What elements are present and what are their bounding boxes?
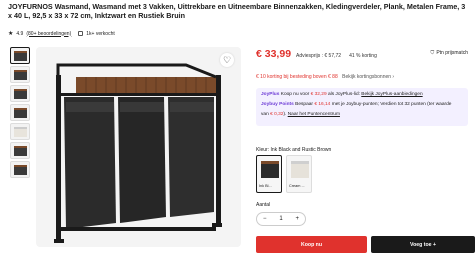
coupon-text: € 10 korting bij besteding boven € 88 (256, 74, 338, 80)
add-to-cart-button[interactable]: Voeg toe + (371, 236, 475, 253)
points-center-link[interactable]: Naar het Puntencentrum (288, 112, 340, 117)
price-match-tag[interactable]: ⛉ Ptn prijsmatch (431, 50, 468, 56)
thumbnail-4[interactable] (10, 104, 30, 121)
joyplus-link[interactable]: Bekijk JoyPlus-aanbiedingen (361, 92, 422, 97)
swatch-image (261, 161, 279, 178)
thumbnail-3[interactable] (10, 85, 30, 102)
joypoints-row: Joybuy Points Bespaar € 16,14 met je Joy… (261, 101, 463, 108)
sold-icon (78, 31, 84, 36)
joyplus-price: € 32,29 (310, 92, 327, 97)
current-price: € 33,99 (256, 48, 292, 60)
buy-now-button[interactable]: Koop nu (256, 236, 367, 253)
color-swatches: Ink Bl... Cream ... (256, 155, 312, 193)
star-icon: ★ (8, 31, 14, 37)
swatch-image (291, 161, 309, 178)
quantity-minus-button[interactable]: − (263, 216, 267, 222)
thumbnail-6[interactable] (10, 142, 30, 159)
rating-row: ★ 4.9 (80+ beoordelingen) 1k+ verkocht (8, 30, 115, 38)
thumbnail-2[interactable] (10, 66, 30, 83)
quantity-plus-button[interactable]: + (295, 216, 299, 222)
joyplus-name: JoyPlus (261, 92, 280, 97)
rrp-price: Adviesprijs : € 57,72 (296, 53, 342, 59)
joypoints-name: Joybuy Points (261, 102, 294, 107)
price-row: € 33,99 Adviesprijs : € 57,72 41 % korti… (256, 48, 468, 60)
color-option-ink-black[interactable]: Ink Bl... (256, 155, 282, 193)
joypoints-text-a: Bespaar (293, 102, 315, 107)
product-main-image[interactable]: ♡ (36, 47, 241, 247)
joy-info-box: JoyPlus Koop nu voor € 32,29 als JoyPlus… (256, 88, 468, 126)
coupon-link[interactable]: Bekijk kortingsbonnen › (342, 74, 394, 80)
quantity-label: Aantal (256, 202, 271, 208)
thumbnail-5[interactable] (10, 123, 30, 140)
quantity-value[interactable]: 1 (279, 216, 282, 222)
color-option-cream[interactable]: Cream ... (286, 155, 312, 193)
reviews-link[interactable]: (80+ beoordelingen) (26, 31, 71, 37)
joyplus-text-b: als JoyPlus-lid: (326, 92, 362, 97)
shield-icon: ⛉ (430, 50, 435, 56)
product-title: JOYFURNOS Wasmand, Wasmand met 3 Vakken,… (8, 2, 466, 21)
joyplus-row: JoyPlus Koop nu voor € 32,29 als JoyPlus… (261, 91, 463, 98)
heart-icon[interactable]: ♡ (220, 53, 234, 67)
product-illustration (54, 63, 222, 243)
joypoints-amount: € 16,14 (314, 102, 331, 107)
thumbnail-7[interactable] (10, 161, 30, 178)
joypoints-text-b: met je Joybuy-punten; Verdien tot 32 pun… (330, 102, 452, 107)
sold-count: 1k+ verkocht (86, 30, 115, 37)
quantity-stepper: − 1 + (256, 212, 306, 226)
color-label: Kleur: Ink Black and Rustic Brown (256, 147, 332, 153)
joyplus-text-a: Koop nu voor (279, 92, 311, 97)
joypoints-text-c: van (261, 112, 271, 117)
color-option-label: Ink Bl... (259, 184, 272, 188)
joypoints-row-2: van € 0,32). Naar het Puntencentrum (261, 111, 463, 118)
rating-value: 4.9 (16, 30, 24, 37)
coupon-promo: € 10 korting bij besteding boven € 88 Be… (256, 74, 394, 80)
discount-label: 41 % korting (349, 53, 377, 59)
thumbnail-1[interactable] (10, 47, 30, 64)
color-option-label: Cream ... (289, 184, 305, 188)
price-match-label: Ptn prijsmatch (436, 50, 468, 56)
joypoints-value: € 0,32 (270, 112, 284, 117)
thumbnail-list (10, 47, 30, 178)
